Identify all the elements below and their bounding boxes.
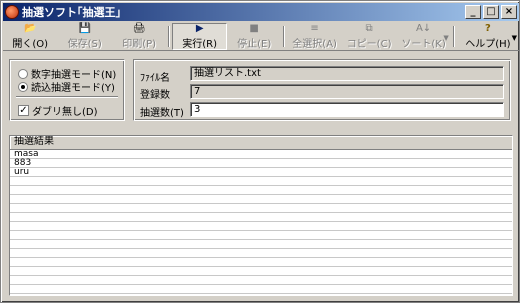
copy-button[interactable]: ⧉ コピー(C) (342, 23, 396, 50)
toolbar-separator (283, 26, 286, 47)
results-list[interactable]: 抽選結果 masa 883 uru (9, 135, 513, 296)
no-duplicates-checkbox[interactable]: ✓ ダブリ無し(D) (18, 103, 98, 118)
help-icon: ? (485, 23, 491, 34)
open-label: 開く(O) (12, 39, 49, 50)
maximize-button[interactable]: □ (483, 5, 499, 19)
toolbar: 📂 開く(O) 💾 保存(S) 🖨 印刷(P) ▶ 実行(R) ■ 停止(E) … (3, 23, 519, 51)
chevron-down-icon[interactable]: ▼ (512, 34, 517, 42)
read-mode-label: 読込抽選モード(Y) (31, 83, 115, 94)
help-button[interactable]: ? ヘルプ(H) ▼ (457, 23, 519, 50)
draw-count-input[interactable]: 3 (190, 102, 504, 117)
file-info-group: ﾌｧｲﾙ名 抽選リスト.txt 登録数 7 抽選数(T) 3 (133, 59, 511, 121)
app-icon[interactable] (5, 5, 19, 19)
checkmark-icon[interactable]: ✓ (18, 105, 29, 116)
save-label: 保存(S) (67, 39, 102, 50)
main-window: 抽選ソフト｢抽選王｣ _ □ × 📂 開く(O) 💾 保存(S) 🖨 印刷(P)… (0, 0, 520, 303)
draw-count-label: 抽選数(T) (140, 108, 184, 119)
save-icon: 💾 (78, 23, 91, 34)
sort-label: ソート(K) (401, 39, 446, 50)
minimize-button[interactable]: _ (465, 5, 481, 19)
print-label: 印刷(P) (122, 39, 157, 50)
select-all-icon: ≡ (310, 23, 319, 34)
read-mode-radio[interactable]: 読込抽選モード(Y) (18, 79, 115, 94)
play-icon: ▶ (195, 23, 204, 34)
count-label: 登録数 (140, 90, 170, 101)
select-all-button[interactable]: ≡ 全選択(A) (287, 23, 341, 50)
window-title: 抽選ソフト｢抽選王｣ (22, 6, 121, 19)
help-label: ヘルプ(H) (465, 39, 511, 50)
copy-icon: ⧉ (365, 23, 373, 34)
toolbar-separator (452, 26, 455, 47)
chevron-down-icon[interactable]: ▼ (443, 34, 448, 42)
count-field: 7 (190, 84, 504, 99)
close-button[interactable]: × (501, 5, 517, 19)
folder-open-icon: 📂 (24, 23, 37, 34)
run-button[interactable]: ▶ 実行(R) (172, 23, 227, 50)
title-bar[interactable]: 抽選ソフト｢抽選王｣ _ □ × (3, 3, 519, 21)
stop-icon: ■ (249, 23, 259, 34)
radio-icon[interactable] (18, 68, 28, 79)
list-item[interactable]: uru (10, 168, 512, 177)
mode-group: 数字抽選モード(N) 読込抽選モード(Y) ✓ ダブリ無し(D) (9, 59, 125, 121)
sort-az-icon: A↓ (415, 23, 432, 34)
save-button[interactable]: 💾 保存(S) (57, 23, 111, 50)
filename-field: 抽選リスト.txt (190, 66, 504, 81)
stop-label: 停止(E) (237, 39, 272, 50)
results-rows: masa 883 uru (10, 150, 512, 295)
run-label: 実行(R) (182, 39, 218, 50)
toolbar-separator (168, 26, 171, 47)
print-button[interactable]: 🖨 印刷(P) (112, 23, 166, 50)
print-icon: 🖨 (132, 23, 146, 34)
copy-label: コピー(C) (346, 39, 392, 50)
open-button[interactable]: 📂 開く(O) (3, 23, 57, 50)
list-item[interactable]: 883 (10, 159, 512, 168)
filename-label: ﾌｧｲﾙ名 (140, 73, 170, 84)
list-item[interactable]: masa (10, 150, 512, 159)
select-all-label: 全選択(A) (292, 39, 337, 50)
sort-button[interactable]: A↓ ソート(K) ▼ (396, 23, 450, 50)
radio-selected-icon[interactable] (18, 81, 28, 92)
results-header: 抽選結果 (10, 136, 512, 150)
stop-button[interactable]: ■ 停止(E) (227, 23, 281, 50)
divider (16, 96, 118, 98)
no-duplicates-label: ダブリ無し(D) (32, 107, 98, 118)
